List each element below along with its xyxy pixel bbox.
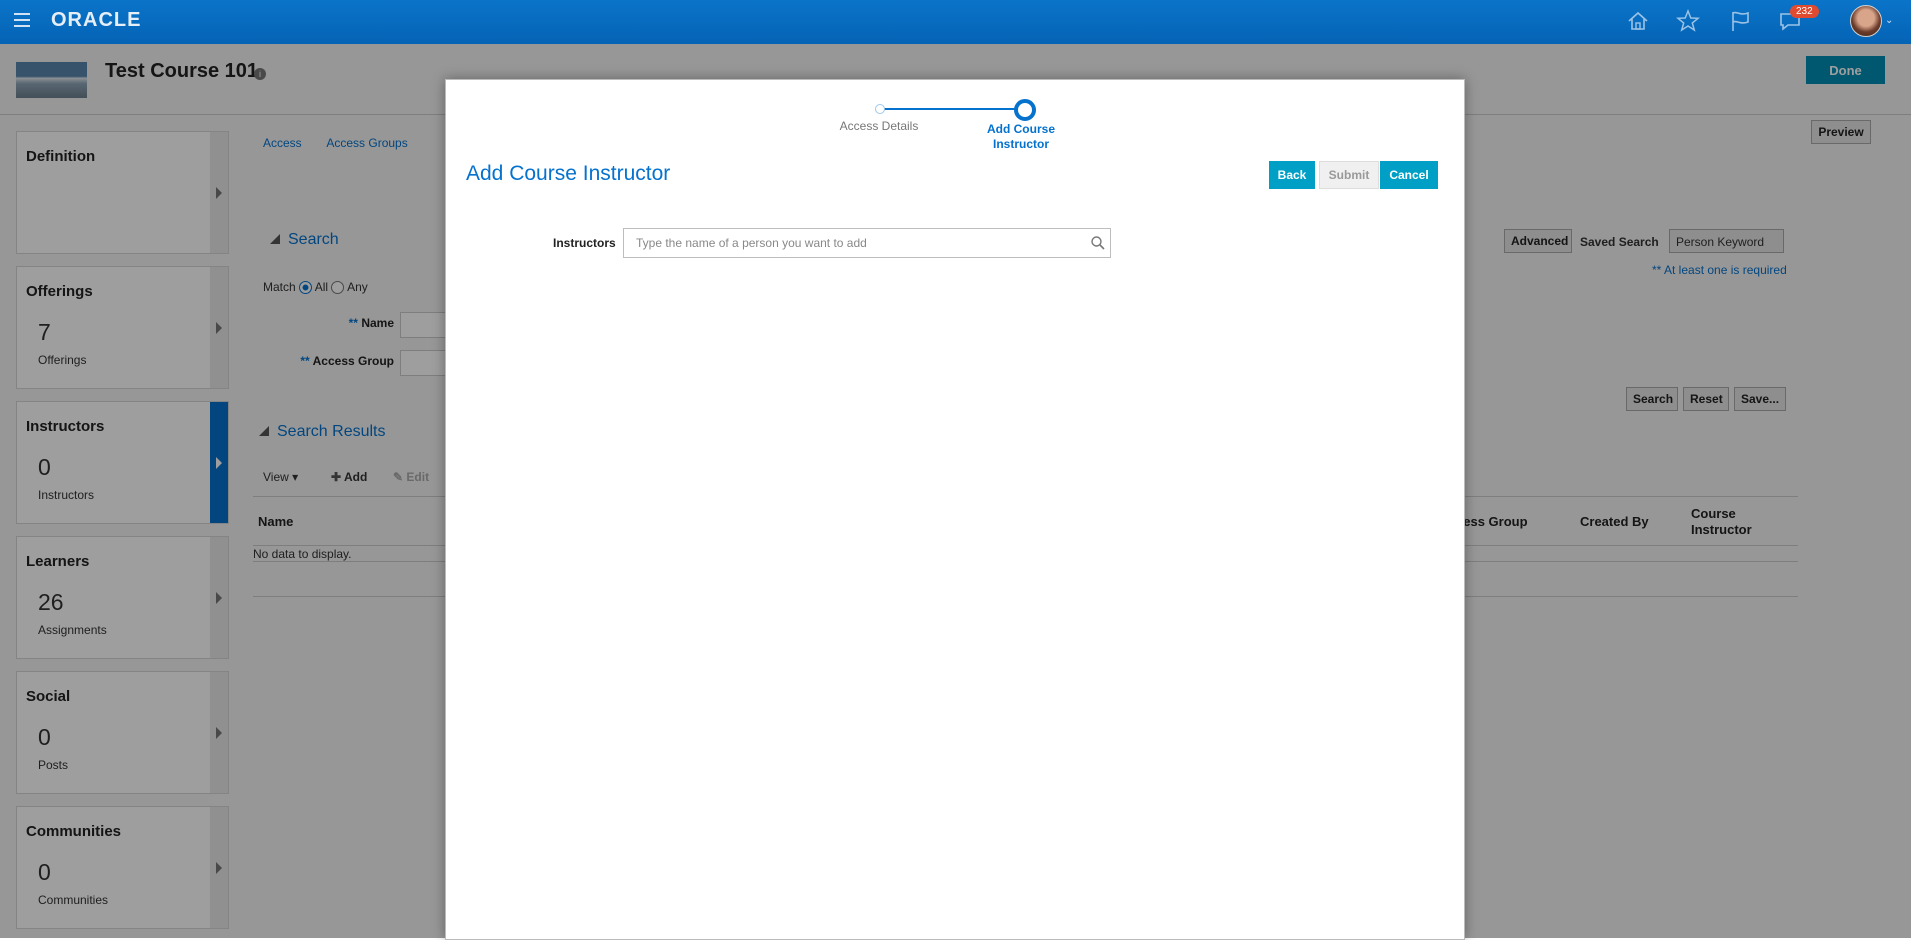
user-avatar[interactable] (1850, 5, 1882, 37)
search-icon[interactable] (1090, 235, 1106, 251)
dialog-title: Add Course Instructor (466, 162, 671, 185)
home-icon[interactable] (1625, 8, 1651, 34)
back-button[interactable]: Back (1269, 161, 1315, 189)
flag-icon[interactable] (1727, 8, 1753, 34)
step-access-details-label[interactable]: Access Details (834, 119, 924, 133)
step-label-line: Add Course (986, 122, 1055, 136)
step-add-instructor-marker[interactable] (1014, 99, 1036, 121)
cancel-button[interactable]: Cancel (1380, 161, 1438, 189)
step-access-details-marker[interactable] (875, 104, 885, 114)
step-label-line: Instructor (992, 137, 1049, 151)
submit-button[interactable]: Submit (1319, 161, 1379, 189)
instructors-search-input[interactable] (623, 228, 1111, 258)
notification-badge: 232 (1790, 5, 1819, 18)
menu-icon[interactable] (14, 13, 30, 27)
train-connector (881, 108, 1021, 110)
global-header: ORACLE 232 ⌄ (0, 0, 1911, 44)
star-icon[interactable] (1675, 8, 1701, 34)
chevron-down-icon[interactable]: ⌄ (1885, 15, 1893, 26)
step-add-instructor-label[interactable]: Add Course Instructor (976, 122, 1066, 152)
add-course-instructor-dialog: Access Details Add Course Instructor Add… (445, 79, 1465, 940)
oracle-logo: ORACLE (51, 9, 142, 31)
instructors-label: Instructors (553, 236, 616, 250)
